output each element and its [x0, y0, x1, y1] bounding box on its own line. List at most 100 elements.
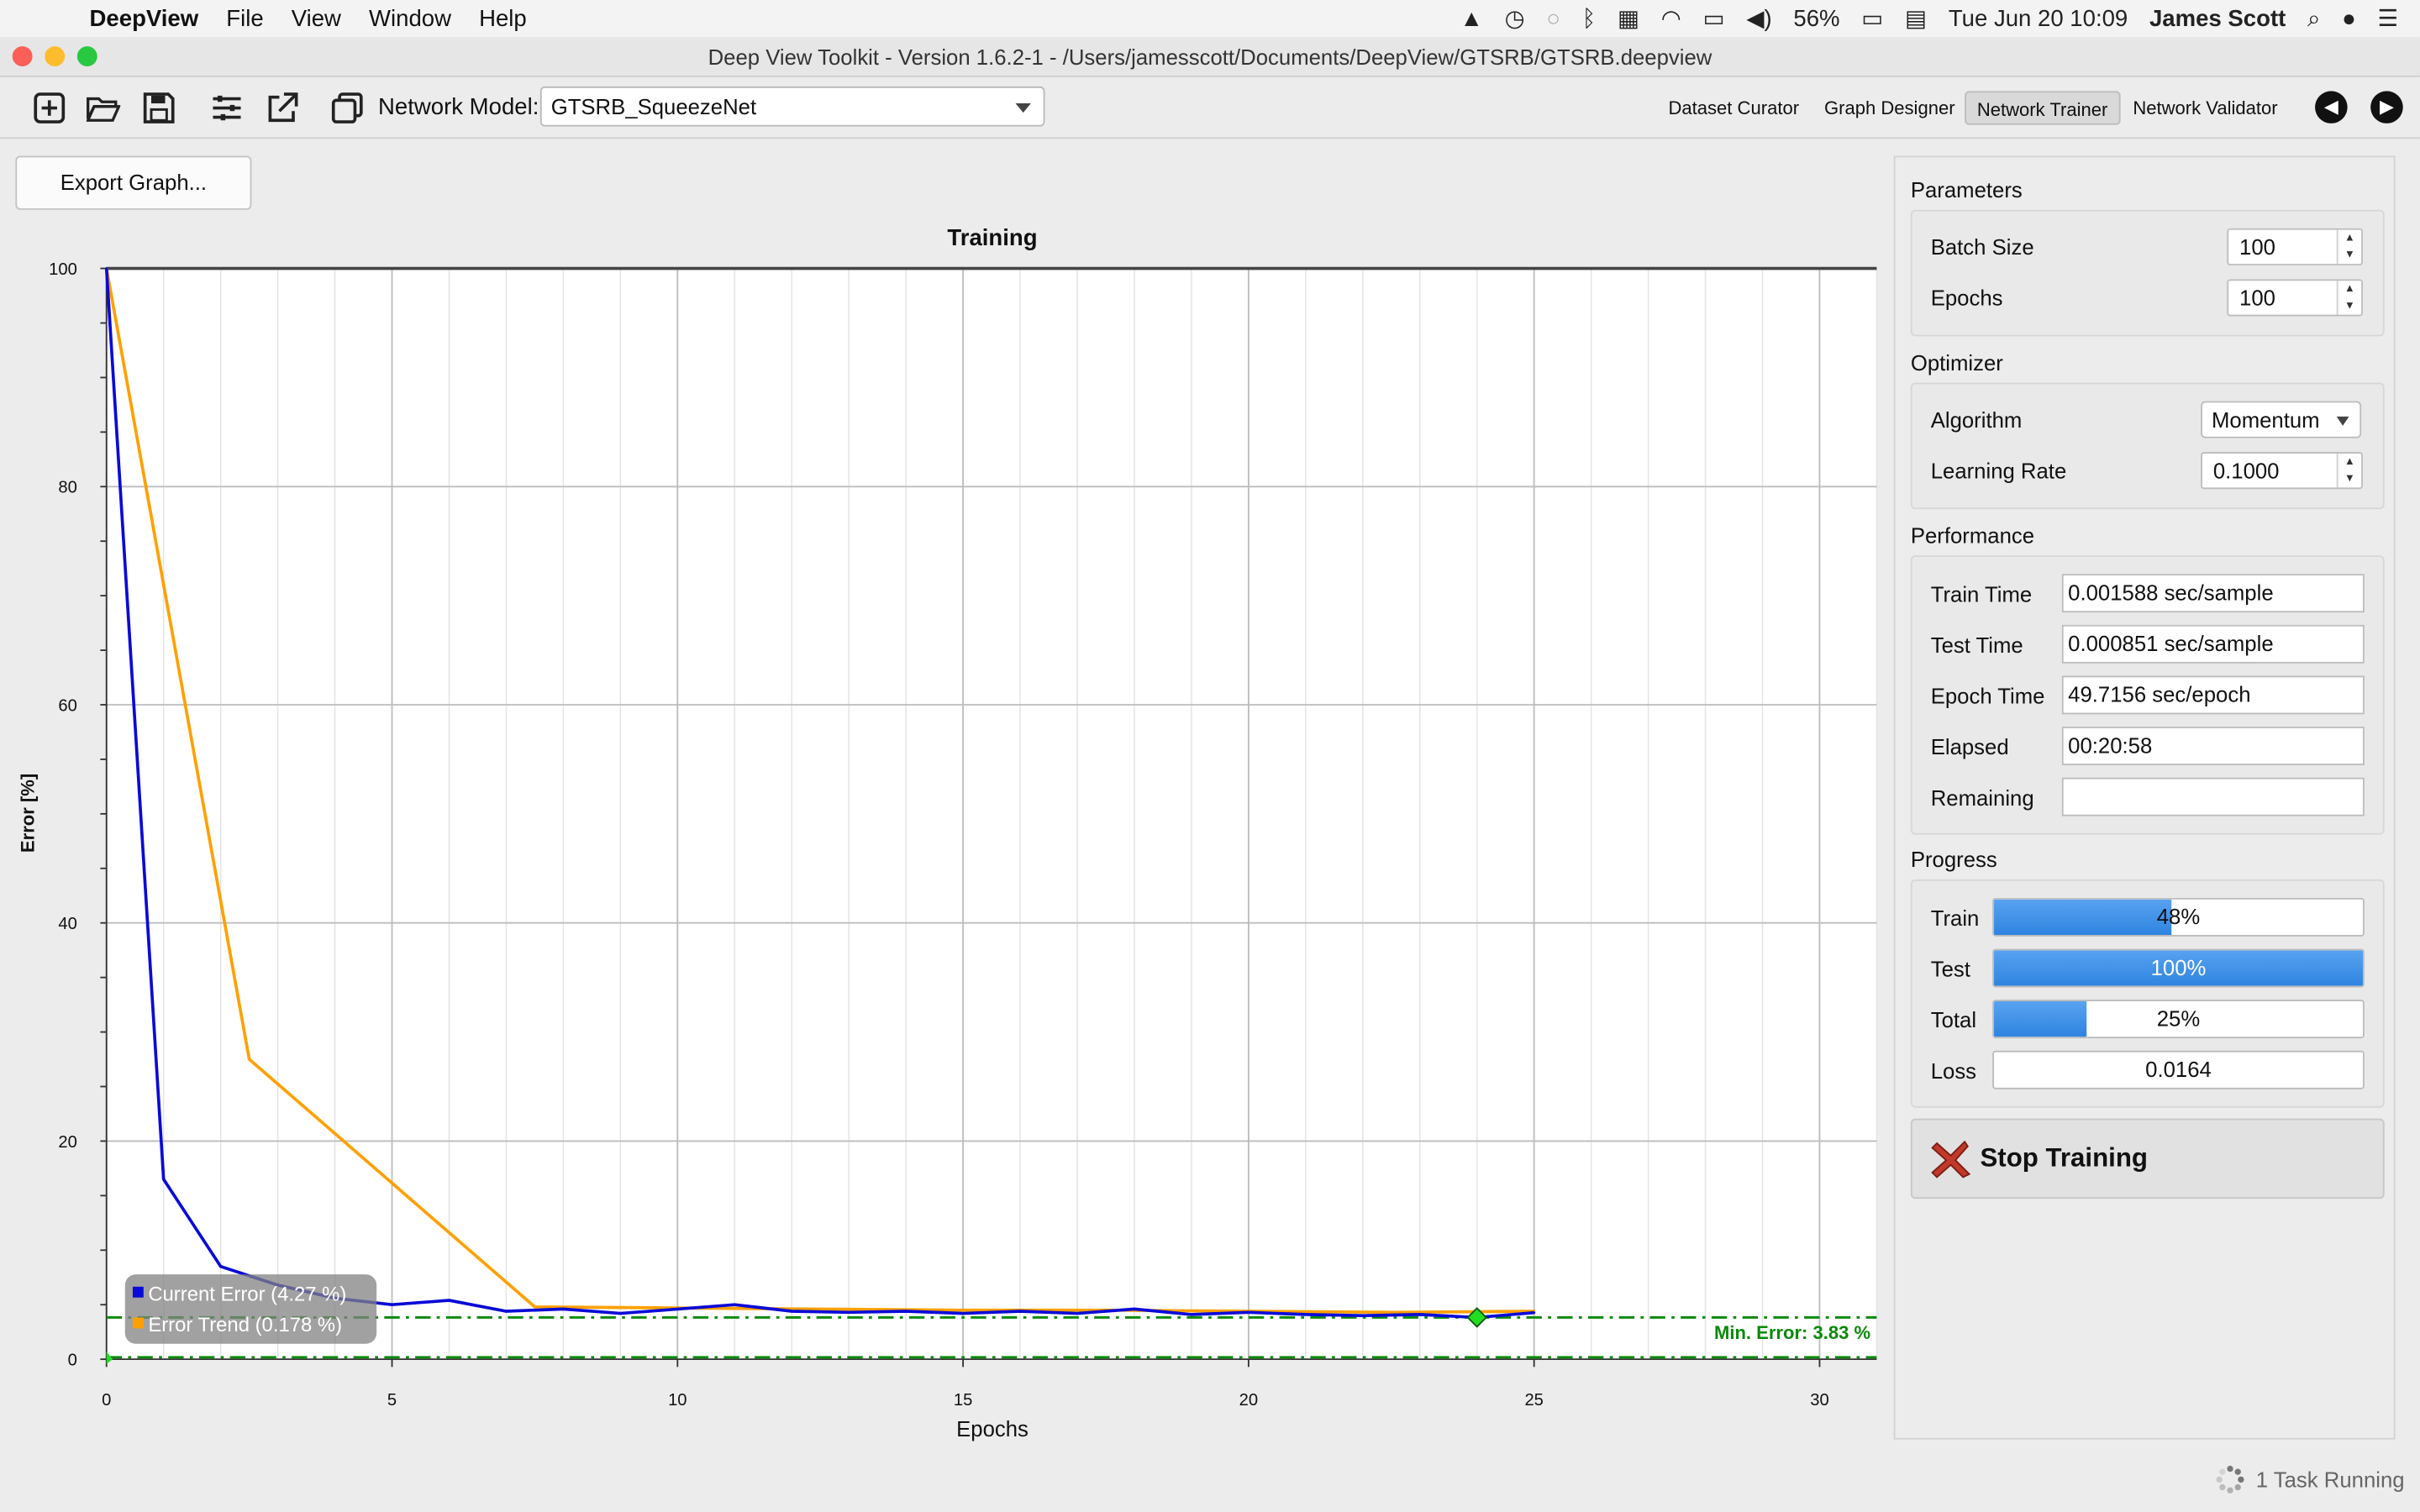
volume-icon[interactable]: ◀): [1746, 5, 1771, 32]
y-tick-label: 20: [58, 1133, 76, 1152]
export-graph-button[interactable]: Export Graph...: [15, 155, 252, 210]
menu-file[interactable]: File: [226, 5, 263, 31]
train-time-field[interactable]: 0.001588 sec/sample: [2061, 574, 2365, 613]
plot-area: [106, 268, 1877, 1360]
x-tick-label: 10: [668, 1391, 687, 1410]
current-error-point: [790, 1310, 793, 1313]
current-error-point: [733, 1303, 736, 1306]
new-file-icon[interactable]: [31, 90, 68, 127]
export-external-icon[interactable]: [264, 90, 301, 127]
spotlight-search-icon[interactable]: ⌕: [2307, 5, 2320, 31]
current-error-point: [1361, 1314, 1365, 1317]
forward-arrow-icon[interactable]: ▶: [2370, 91, 2403, 123]
x-tick-label: 0: [102, 1391, 111, 1410]
menu-help[interactable]: Help: [479, 5, 527, 31]
min-error-label: Min. Error: 3.83 %: [1714, 1322, 1871, 1343]
batch-size-value: 100: [2239, 234, 2275, 260]
back-arrow-icon[interactable]: ◀: [2315, 91, 2348, 123]
loss-value: 0.0164: [2145, 1057, 2212, 1082]
learning-rate-label: Learning Rate: [1930, 458, 2067, 483]
window-title: Deep View Toolkit - Version 1.6.2-1 - /U…: [708, 45, 1712, 70]
network-model-label: Network Model:: [377, 94, 539, 121]
parameters-group: Batch Size 100 ▲ ▼ Epochs 100 ▲ ▼: [1910, 209, 2385, 337]
learning-rate-stepper[interactable]: 0.1000 ▲ ▼: [2201, 452, 2363, 490]
optimizer-group: Algorithm Momentum Learning Rate 0.1000 …: [1910, 382, 2385, 510]
stop-training-button[interactable]: Stop Training: [1910, 1118, 2385, 1200]
app-menu[interactable]: DeepView: [90, 5, 199, 31]
duplicate-window-icon[interactable]: [329, 90, 366, 127]
airplay-icon[interactable]: ▭: [1703, 5, 1725, 32]
calendar-icon[interactable]: ▤: [1905, 5, 1927, 32]
memory-icon[interactable]: ▦: [1618, 5, 1639, 32]
algorithm-select[interactable]: Momentum: [2201, 401, 2362, 438]
train-progress-text: 48%: [2156, 904, 2201, 929]
test-time-label: Test Time: [1930, 633, 2023, 658]
chart-title: Training: [947, 224, 1037, 250]
minimize-window-button[interactable]: [45, 46, 66, 66]
zoom-window-button[interactable]: [76, 46, 97, 66]
epochs-label: Epochs: [1930, 285, 2003, 311]
network-model-value: GTSRB_SqueezeNet: [550, 94, 757, 119]
train-progress-bar: 48%: [1992, 897, 2365, 937]
x-tick-label: 5: [387, 1391, 397, 1410]
task-status-text: 1 Task Running: [2255, 1467, 2405, 1493]
loss-field: 0.0164: [1992, 1050, 2365, 1089]
bluetooth-icon[interactable]: ᛒ: [1582, 5, 1597, 31]
siri-icon[interactable]: ●: [2342, 5, 2356, 31]
messages-icon[interactable]: ○: [1546, 5, 1560, 31]
algorithm-label: Algorithm: [1930, 407, 2023, 433]
test-progress-bar: 100%: [1992, 948, 2365, 988]
system-menu-bar: DeepView File View Window Help ▲ ◷ ○ ᛒ ▦…: [0, 0, 2420, 38]
tab-network-trainer[interactable]: Network Trainer: [1965, 91, 2121, 125]
menu-view[interactable]: View: [292, 5, 341, 31]
open-folder-icon[interactable]: [85, 90, 122, 127]
y-axis-label: Error [%]: [17, 774, 38, 853]
x-tick-label: 30: [1810, 1391, 1828, 1410]
algorithm-value: Momentum: [2211, 407, 2320, 433]
current-error-point: [1018, 1310, 1022, 1313]
current-error-point: [1304, 1313, 1307, 1316]
stepper-arrows-icon[interactable]: ▲ ▼: [2336, 453, 2361, 488]
stepper-arrows-icon[interactable]: ▲ ▼: [2336, 229, 2361, 265]
stepper-arrows-icon[interactable]: ▲ ▼: [2336, 281, 2361, 315]
current-error-point: [391, 1303, 393, 1306]
elapsed-field[interactable]: 00:20:58: [2061, 727, 2365, 766]
clock[interactable]: Tue Jun 20 10:09: [1949, 5, 2128, 31]
total-progress-fill: [1994, 1001, 2086, 1037]
epoch-time-field[interactable]: 49.7156 sec/epoch: [2061, 675, 2365, 715]
legend-swatch: [132, 1317, 144, 1329]
parameters-title: Parameters: [1910, 177, 2023, 202]
time-machine-icon[interactable]: ◷: [1505, 5, 1525, 32]
tab-graph-designer[interactable]: Graph Designer: [1813, 91, 1965, 124]
batch-size-stepper[interactable]: 100 ▲ ▼: [2227, 228, 2363, 265]
battery-icon[interactable]: ▭: [1861, 5, 1883, 32]
current-error-point: [676, 1307, 679, 1310]
tab-network-validator[interactable]: Network Validator: [2122, 91, 2288, 124]
user-name[interactable]: James Scott: [2149, 5, 2286, 31]
test-progress-text: 100%: [2150, 954, 2207, 980]
remaining-field[interactable]: [2061, 777, 2365, 816]
x-axis-label: Epochs: [956, 1418, 1028, 1441]
progress-group: Train 48% Test 100% Total 25% Loss 0.016…: [1910, 879, 2385, 1108]
current-error-point: [1076, 1312, 1079, 1315]
notification-center-icon[interactable]: ☰: [2378, 5, 2399, 32]
close-window-button[interactable]: [12, 46, 33, 66]
current-error-point: [1190, 1313, 1193, 1316]
network-model-select[interactable]: GTSRB_SqueezeNet: [539, 86, 1045, 127]
epochs-stepper[interactable]: 100 ▲ ▼: [2227, 279, 2363, 317]
settings-sliders-icon[interactable]: [208, 90, 245, 127]
train-progress-label: Train: [1930, 906, 1980, 931]
battery-percent[interactable]: 56%: [1793, 5, 1839, 31]
save-icon[interactable]: [140, 90, 177, 127]
error-trend-point: [818, 1307, 822, 1310]
status-bar: 1 Task Running: [2216, 1465, 2405, 1494]
drive-icon[interactable]: ▲: [1460, 5, 1483, 31]
tab-dataset-curator[interactable]: Dataset Curator: [1658, 91, 1810, 124]
y-tick-label: 100: [49, 260, 77, 279]
wifi-icon[interactable]: ◠: [1661, 5, 1681, 32]
current-error-point: [904, 1310, 908, 1313]
epochs-value: 100: [2239, 285, 2275, 311]
stop-x-icon: [1931, 1140, 1971, 1179]
test-time-field[interactable]: 0.000851 sec/sample: [2061, 624, 2365, 664]
menu-window[interactable]: Window: [369, 5, 451, 31]
